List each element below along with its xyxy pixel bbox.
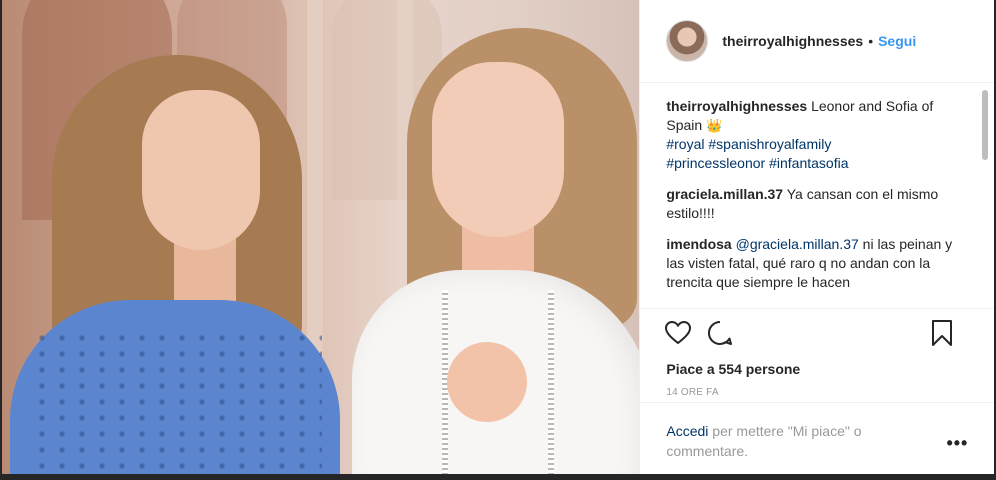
post-actions: Piace a 554 persone 14 ORE FA [640,308,994,398]
caption-comment: theirroyalhighnesses Leonor and Sofia of… [640,97,994,173]
more-options-button[interactable]: ••• [946,433,968,454]
post-side-panel: theirroyalhighnesses • Segui theirroyalh… [639,0,994,474]
post-timestamp: 14 ORE FA [666,387,719,398]
comments-scrollbar[interactable] [982,90,988,160]
comment-username[interactable]: theirroyalhighnesses [666,98,807,114]
instagram-post: theirroyalhighnesses • Segui theirroyalh… [2,0,994,474]
hashtag-link[interactable]: #spanishroyalfamily [708,136,831,152]
add-comment-section: Accedi per mettere "Mi piace" o commenta… [640,402,994,474]
left-girl-face [142,90,260,250]
hashtag-link[interactable]: #infantasofia [769,155,848,171]
right-girl-face [432,62,564,237]
likes-count[interactable]: Piace a 554 persone [640,361,994,377]
hashtag-link[interactable]: #princessleonor [666,155,765,171]
follow-button[interactable]: Segui [878,33,916,49]
list-item-comment: imendosa @graciela.millan.37 ni las pein… [640,235,994,292]
blouse-lace-trim [548,290,554,474]
post-header: theirroyalhighnesses • Segui [640,0,994,83]
right-girl-hand [447,342,527,422]
separator-dot: • [868,33,874,49]
hashtag-link[interactable]: #royal [666,136,704,152]
heart-icon[interactable] [664,319,692,347]
list-item-comment: graciela.millan.37 Ya cansan con el mism… [640,185,994,223]
login-prompt: Accedi per mettere "Mi piace" o commenta… [666,421,916,461]
comment-icon[interactable] [706,319,734,347]
bookmark-icon[interactable] [928,319,956,347]
login-link[interactable]: Accedi [666,423,708,439]
crown-emoji: 👑 [706,118,723,133]
header-username[interactable]: theirroyalhighnesses [722,33,863,49]
action-icons [640,309,994,357]
comment-username[interactable]: imendosa [666,236,731,252]
comments-list[interactable]: theirroyalhighnesses Leonor and Sofia of… [640,83,994,308]
comment-username[interactable]: graciela.millan.37 [666,186,783,202]
mention-link[interactable]: @graciela.millan.37 [736,236,859,252]
post-photo[interactable] [2,0,640,474]
dress-eyelet-pattern [32,330,322,470]
avatar[interactable] [666,20,709,62]
